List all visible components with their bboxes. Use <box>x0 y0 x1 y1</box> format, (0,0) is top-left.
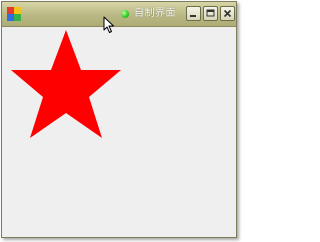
drawing-canvas[interactable] <box>2 27 236 237</box>
app-logo-icon[interactable] <box>7 7 21 21</box>
window-title: 自制界面 <box>134 8 176 19</box>
minimize-icon <box>190 15 196 17</box>
close-button[interactable] <box>220 6 235 21</box>
maximize-button[interactable] <box>203 6 218 21</box>
green-dot-icon <box>121 10 129 18</box>
red-star-shape <box>11 30 121 138</box>
minimize-button[interactable] <box>186 6 201 21</box>
mouse-cursor-icon <box>103 16 114 33</box>
close-icon <box>223 9 232 18</box>
app-window: 自制界面 <box>1 1 237 238</box>
title-bar[interactable]: 自制界面 <box>2 2 236 27</box>
maximize-icon <box>206 9 215 17</box>
